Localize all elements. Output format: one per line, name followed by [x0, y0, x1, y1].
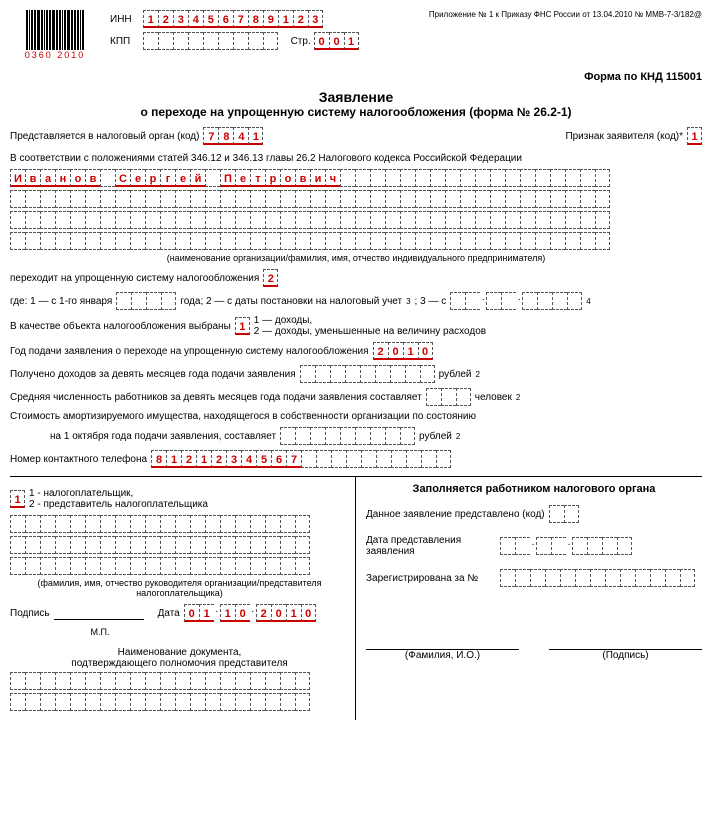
- doc-sub: подтверждающего полномочия представителя: [10, 658, 349, 669]
- year-submit-cells: 2010: [373, 342, 433, 360]
- inn-label: ИНН: [110, 14, 140, 25]
- br-reg-cells: [500, 569, 695, 587]
- br-date-cells: ..: [500, 537, 632, 555]
- kpp-label: КПП: [110, 36, 140, 47]
- br-presented-code: [549, 505, 579, 523]
- amort-cells: [280, 427, 415, 445]
- br-sign: (Подпись): [549, 650, 702, 661]
- name-caption: (наименование организации/фамилия, имя, …: [10, 253, 702, 263]
- bl-doc-rows: [10, 672, 349, 711]
- page-cells: 001: [314, 32, 359, 50]
- appendix-note: Приложение № 1 к Приказу ФНС России от 1…: [369, 10, 703, 19]
- br-date-present: Дата представления заявления: [366, 535, 496, 557]
- br-fio: (Фамилия, И.О.): [366, 650, 519, 661]
- tax-office-code: 7841: [203, 127, 263, 145]
- phone-cells: 8121234567: [151, 450, 451, 468]
- where-prefix: где: 1 — с 1-го января: [10, 296, 112, 307]
- bl-date-cells: 01.10.2010: [184, 604, 316, 622]
- br-reg: Зарегистрирована за №: [366, 573, 496, 584]
- barcode: 0360 2010: [10, 10, 100, 65]
- tax-office-label: Представляется в налоговый орган (код): [10, 131, 199, 142]
- income-sup: 2: [475, 370, 479, 379]
- mp: М.П.: [70, 627, 130, 637]
- where-mid2: ; 3 — с: [415, 296, 447, 307]
- br-sign-line: [549, 637, 702, 650]
- phone-label: Номер контактного телефона: [10, 454, 147, 465]
- where-sup1: 3: [406, 297, 410, 306]
- transition-label: переходит на упрощенную систему налогооб…: [10, 273, 259, 284]
- sign-label: Подпись: [10, 608, 50, 619]
- sign-line: [54, 607, 144, 620]
- br-title: Заполняется работником налогового органа: [366, 483, 702, 495]
- staff-sup: 2: [516, 393, 520, 402]
- transition-code: 2: [263, 269, 278, 287]
- where-year1: [116, 292, 176, 310]
- income-cells: [300, 365, 435, 383]
- legend-code: 1: [10, 490, 25, 508]
- inn-cells: 123456789123: [143, 10, 323, 28]
- kpp-cells: [143, 32, 278, 50]
- page-label: Стр.: [291, 36, 311, 47]
- bl-name-rows: [10, 515, 349, 575]
- doc-title: Наименование документа,: [10, 647, 349, 658]
- law-ref: В соответствии с положениями статей 346.…: [10, 153, 522, 164]
- amort-label2: на 1 октября года подачи заявления, сост…: [50, 431, 276, 442]
- where-mid1: года; 2 — с даты постановки на налоговый…: [180, 296, 402, 307]
- barcode-text: 0360 2010: [25, 50, 86, 60]
- staff-unit: человек: [475, 392, 512, 403]
- applicant-sign-code: 1: [687, 127, 702, 145]
- amort-sup: 2: [456, 432, 460, 441]
- br-fio-line: [366, 637, 519, 650]
- date-label: Дата: [158, 608, 180, 619]
- income-unit: рублей: [439, 369, 472, 380]
- bl-name-caption: (фамилия, имя, отчество руководителя орг…: [10, 578, 349, 598]
- br-presented: Данное заявление представлено (код): [366, 509, 545, 520]
- object-label: В качестве объекта налогообложения выбра…: [10, 321, 231, 332]
- name-rows: ИвановСергейПетрович: [10, 169, 702, 250]
- where-date2: ..: [450, 292, 582, 310]
- amort-unit: рублей: [419, 431, 452, 442]
- object-code: 1: [235, 317, 250, 335]
- where-sup2: 4: [586, 297, 590, 306]
- year-submit-label: Год подачи заявления о переходе на упрощ…: [10, 346, 369, 357]
- object-note1: 1 — доходы,: [254, 315, 486, 326]
- staff-cells: [426, 388, 471, 406]
- form-code: Форма по КНД 115001: [10, 71, 702, 83]
- legend2: 2 - представитель налогоплательщика: [29, 499, 208, 510]
- applicant-sign-label: Признак заявителя (код)*: [565, 131, 683, 142]
- income-label: Получено доходов за девять месяцев года …: [10, 369, 296, 380]
- title: Заявление: [10, 89, 702, 105]
- staff-label: Средняя численность работников за девять…: [10, 392, 422, 403]
- object-note2: 2 — доходы, уменьшенные на величину расх…: [254, 326, 486, 337]
- amort-label1: Стоимость амортизируемого имущества, нах…: [10, 411, 476, 422]
- subtitle: о переходе на упрощенную систему налогоо…: [10, 105, 702, 119]
- legend1: 1 - налогоплательщик,: [29, 488, 208, 499]
